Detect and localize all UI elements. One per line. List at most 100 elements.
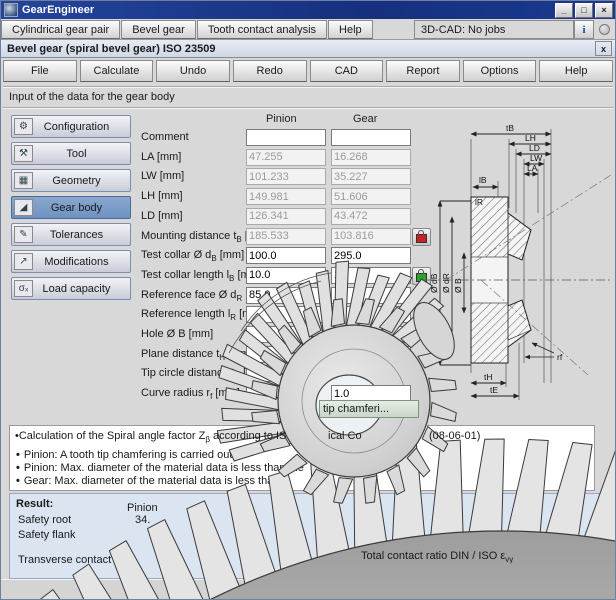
redo-button[interactable]: Redo <box>233 60 307 82</box>
file-button[interactable]: File <box>3 60 77 82</box>
gear-body-dimension-drawing: tB LH LD LW LA lB lR Ø dB Ø dR Ø B tH tE… <box>426 113 613 419</box>
sidebar-item-label: Geometry <box>37 175 130 187</box>
dim-label-LD: LD <box>529 143 540 153</box>
hole-ø-b-mm-gear-field[interactable] <box>331 326 411 343</box>
close-button[interactable]: × <box>595 3 613 18</box>
dim-label-OdB: Ø dB <box>429 273 439 293</box>
message-line: •Pinion: A tooth tip chamfering is carri… <box>16 449 235 461</box>
sidebar-item-load-capacity[interactable]: σₓLoad capacity <box>11 277 131 300</box>
section-label: Input of the data for the gear body <box>9 91 175 103</box>
message-line: •Pinion: Max. diameter of the material d… <box>16 462 304 474</box>
undo-button[interactable]: Undo <box>156 60 230 82</box>
reference-length-lr-mm-pinion-field[interactable] <box>246 306 326 323</box>
plane-distance-th-mm-gear-field[interactable] <box>331 346 411 363</box>
dim-label-lB: lB <box>479 175 487 185</box>
test-collar-ø-db-mm-gear-field[interactable] <box>331 247 411 264</box>
test-collar-ø-db-mm-pinion-field[interactable] <box>246 247 326 264</box>
menu-item-tooth-contact-analysis[interactable]: Tooth contact analysis <box>197 20 327 39</box>
tool-icon: ⚒ <box>14 145 33 162</box>
window-title: GearEngineer <box>22 4 94 16</box>
sidebar-item-label: Load capacity <box>37 283 130 295</box>
separator <box>3 107 613 109</box>
status-led-icon <box>599 24 610 35</box>
form-label: LH [mm] <box>141 190 183 202</box>
form-label: Hole Ø B [mm] <box>141 328 213 340</box>
result-row-label: Safety flank <box>18 529 75 541</box>
ld-mm-pinion-field[interactable] <box>246 208 326 225</box>
form-label: Test collar Ø dB [mm] <box>141 249 244 263</box>
lh-mm-gear-field[interactable] <box>331 188 411 205</box>
sidebar-item-geometry[interactable]: ▦ Geometry <box>11 169 131 192</box>
sidebar-item-label: Modifications <box>37 256 130 268</box>
mounting-distance-tb-mm-gear-field[interactable] <box>331 228 411 245</box>
menu-item-bevel-gear[interactable]: Bevel gear <box>121 20 196 39</box>
gearengineer-window: GearEngineer _□× Cylindrical gear pairBe… <box>0 0 616 600</box>
form-label: Test collar length lB [mm] <box>141 269 262 283</box>
message-fragment: (08-06-01) <box>429 430 480 442</box>
sidebar-item-tool[interactable]: ⚒ Tool <box>11 142 131 165</box>
calculate-button[interactable]: Calculate <box>80 60 154 82</box>
message-line: •Gear: Max. diameter of the material dat… <box>16 475 273 487</box>
help-button[interactable]: Help <box>539 60 613 82</box>
hole-ø-b-mm-pinion-field[interactable] <box>246 326 326 343</box>
sidebar-item-gear-body[interactable]: ◢ Gear body <box>11 196 131 219</box>
comment-gear-field[interactable] <box>331 129 411 146</box>
sidebar-item-tolerances[interactable]: ✎Tolerances <box>11 223 131 246</box>
close-document-button[interactable]: x <box>595 41 612 56</box>
report-button[interactable]: Report <box>386 60 460 82</box>
ld-mm-gear-field[interactable] <box>331 208 411 225</box>
app-icon <box>4 3 18 17</box>
reference-face-ø-dr-mm-pinion-field[interactable] <box>246 287 326 304</box>
sidebar-item-label: Gear body <box>37 202 130 214</box>
comment-pinion-field[interactable] <box>246 129 326 146</box>
lw-mm-pinion-field[interactable] <box>246 168 326 185</box>
plane-distance-th-mm-pinion-field[interactable] <box>246 346 326 363</box>
menu-item-help[interactable]: Help <box>328 20 373 39</box>
lw-mm-gear-field[interactable] <box>331 168 411 185</box>
test-collar-length-lb-mm-gear-field[interactable] <box>331 267 411 284</box>
form-label: LD [mm] <box>141 210 183 222</box>
gear-body-icon: ◢ <box>14 199 33 216</box>
lh-mm-pinion-field[interactable] <box>246 188 326 205</box>
sidebar-item-label: Configuration <box>37 121 130 133</box>
dim-label-OdR: Ø dR <box>441 273 451 293</box>
la-mm-gear-field[interactable] <box>331 149 411 166</box>
la-mm-pinion-field[interactable] <box>246 149 326 166</box>
test-collar-length-lb-mm-pinion-field[interactable] <box>246 267 326 284</box>
result-row-value: 34. <box>135 514 150 526</box>
tip-chamfer-select[interactable]: tip chamferi... <box>319 400 419 418</box>
minimize-button[interactable]: _ <box>555 3 573 18</box>
sidebar-item-label: Tool <box>37 148 130 160</box>
menubar: Cylindrical gear pairBevel gearTooth con… <box>1 20 615 40</box>
sidebar-item-configuration[interactable]: ⚙Configuration <box>11 115 131 138</box>
reference-face-ø-dr-mm-gear-field[interactable] <box>331 287 411 304</box>
info-button[interactable]: i <box>574 20 594 39</box>
result-title: Result: <box>16 498 53 510</box>
form-label: Plane distance tH [mm] <box>141 348 253 362</box>
column-header-gear: Gear <box>353 113 377 125</box>
transverse-contact-ratio-label: Transverse contact ratio <box>18 554 136 566</box>
dim-label-lR: lR <box>475 197 483 207</box>
dim-label-OB: Ø B <box>453 278 463 293</box>
reference-length-lr-mm-gear-field[interactable] <box>331 306 411 323</box>
options-button[interactable]: Options <box>463 60 537 82</box>
total-contact-ratio-label: Total contact ratio DIN / ISO εvγ <box>361 550 513 564</box>
curve-radius-rf-mm-pinion-field[interactable] <box>246 385 326 402</box>
titlebar[interactable]: GearEngineer _□× <box>1 1 615 19</box>
menu-item-cylindrical-gear-pair[interactable]: Cylindrical gear pair <box>1 20 120 39</box>
sidebar-item-modifications[interactable]: ↗Modifications <box>11 250 131 273</box>
dim-label-tB: tB <box>506 123 514 133</box>
tip-circle-distance-te-mm-gear-field[interactable] <box>331 365 411 382</box>
result-panel: Result:PinionSafety root34.Safety flankT… <box>9 493 611 579</box>
form-label: LA [mm] <box>141 151 181 163</box>
mounting-distance-tb-mm-pinion-field[interactable] <box>246 228 326 245</box>
dim-label-LW: LW <box>530 153 542 163</box>
maximize-button[interactable]: □ <box>575 3 593 18</box>
tolerances-icon: ✎ <box>14 226 33 243</box>
cad-button[interactable]: CAD <box>310 60 384 82</box>
status-strip <box>1 579 615 600</box>
dim-label-LA: LA <box>527 163 538 173</box>
tip-circle-distance-te-mm-pinion-field[interactable] <box>246 365 326 382</box>
geometry-icon: ▦ <box>14 172 33 189</box>
separator <box>3 86 613 88</box>
